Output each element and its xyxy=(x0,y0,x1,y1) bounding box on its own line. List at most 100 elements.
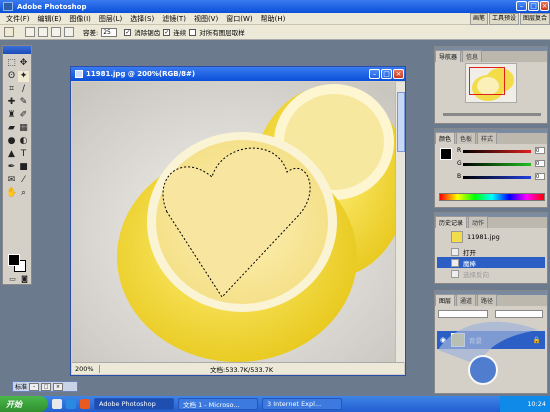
menu-layer[interactable]: 图层(L) xyxy=(95,14,126,24)
minimized-restore-button[interactable]: – xyxy=(29,382,40,391)
crop-tool-icon[interactable]: ⌗ xyxy=(6,84,17,95)
palette-well-tool-presets[interactable]: 工具预设 xyxy=(488,13,519,25)
color-fg-swatch[interactable] xyxy=(440,148,452,160)
quicklaunch-media-icon[interactable] xyxy=(80,399,90,409)
color-spectrum-bar[interactable] xyxy=(439,193,545,201)
channel-b-slider[interactable] xyxy=(463,176,531,179)
minimize-button[interactable]: – xyxy=(516,1,527,11)
task-label: 文档 1 - Microso... xyxy=(183,401,240,409)
layer-background[interactable]: ◉ 背景 🔒 xyxy=(437,331,545,349)
menu-window[interactable]: 窗口(W) xyxy=(222,14,256,24)
antialias-checkbox[interactable]: ✓ xyxy=(124,28,132,36)
history-item-open[interactable]: 打开 xyxy=(437,246,545,257)
menu-select[interactable]: 选择(S) xyxy=(126,14,158,24)
new-selection-icon[interactable] xyxy=(25,27,35,37)
intersect-selection-icon[interactable] xyxy=(64,27,74,37)
palette-well-layer-comps[interactable]: 图层复合 xyxy=(519,13,550,25)
menu-view[interactable]: 视图(V) xyxy=(190,14,222,24)
history-item-inverse[interactable]: 选择反向 xyxy=(437,268,545,279)
blur-tool-icon[interactable]: ● xyxy=(6,136,17,147)
all-layers-checkbox[interactable] xyxy=(189,28,197,36)
clock[interactable]: 10:24 xyxy=(527,400,546,408)
menu-edit[interactable]: 编辑(E) xyxy=(34,14,66,24)
tab-color[interactable]: 颜色 xyxy=(435,132,456,144)
opacity-input[interactable] xyxy=(495,310,543,318)
history-item-magic-wand[interactable]: 魔棒 xyxy=(437,257,545,268)
tab-actions[interactable]: 动作 xyxy=(468,216,489,228)
tab-layers[interactable]: 图层 xyxy=(435,294,456,306)
notes-tool-icon[interactable]: ✉ xyxy=(6,175,17,186)
move-tool-icon[interactable]: ✥ xyxy=(18,58,29,69)
channel-r-value[interactable]: 0 xyxy=(535,147,545,154)
start-button[interactable]: 开始 xyxy=(0,396,48,412)
quicklaunch-ie-icon[interactable] xyxy=(66,399,76,409)
tab-channels[interactable]: 通道 xyxy=(456,294,477,306)
navigator-zoom-slider[interactable] xyxy=(443,113,541,116)
close-button[interactable]: × xyxy=(540,1,549,11)
task-ie[interactable]: 3 Internet Expl... xyxy=(262,398,342,410)
magic-wand-preset-icon[interactable] xyxy=(4,27,14,37)
gradient-tool-icon[interactable]: ▦ xyxy=(18,123,29,134)
quicklaunch-desktop-icon[interactable] xyxy=(52,399,62,409)
marquee-tool-icon[interactable]: ⬚ xyxy=(6,58,17,69)
add-to-selection-icon[interactable] xyxy=(38,27,48,37)
dodge-tool-icon[interactable]: ◐ xyxy=(18,136,29,147)
history-snapshot[interactable]: 11981.jpg xyxy=(437,230,545,244)
minimized-window[interactable]: 标准 – □ × xyxy=(12,381,78,392)
doc-minimize-button[interactable]: – xyxy=(369,69,380,79)
doc-close-button[interactable]: × xyxy=(393,69,404,79)
menu-filter[interactable]: 滤镜(T) xyxy=(158,14,190,24)
tab-navigator[interactable]: 导航器 xyxy=(435,50,462,62)
tab-paths[interactable]: 路径 xyxy=(477,294,498,306)
tab-styles[interactable]: 样式 xyxy=(477,132,498,144)
contiguous-checkbox[interactable]: ✓ xyxy=(163,28,171,36)
tab-history[interactable]: 历史记录 xyxy=(435,216,468,228)
history-brush-icon[interactable]: ✐ xyxy=(18,110,29,121)
vertical-scrollbar[interactable] xyxy=(395,82,405,362)
magic-wand-tool-icon[interactable]: ✦ xyxy=(18,71,29,82)
path-selection-icon[interactable]: ▲ xyxy=(6,149,17,160)
subtract-selection-icon[interactable] xyxy=(51,27,61,37)
doc-maximize-button[interactable]: □ xyxy=(381,69,392,79)
channel-g-value[interactable]: 0 xyxy=(535,160,545,167)
slice-tool-icon[interactable]: ∕ xyxy=(18,84,29,95)
history-item-label: 魔棒 xyxy=(463,259,476,268)
quick-mask-icon[interactable]: ◙ xyxy=(19,274,30,285)
blend-mode-select[interactable] xyxy=(438,310,488,318)
eyedropper-tool-icon[interactable]: ⁄ xyxy=(18,175,29,186)
palette-well-brushes[interactable]: 画笔 xyxy=(469,13,488,25)
document-info[interactable]: 文档:533.7K/533.7K xyxy=(210,364,273,374)
layer-visibility-eye-icon[interactable]: ◉ xyxy=(439,336,447,344)
minimized-max-button[interactable]: □ xyxy=(41,382,52,391)
type-tool-icon[interactable]: T xyxy=(18,149,29,160)
minimized-close-button[interactable]: × xyxy=(53,382,64,391)
navigator-view-box[interactable] xyxy=(469,67,505,95)
vertical-scroll-thumb[interactable] xyxy=(397,92,405,152)
lasso-tool-icon[interactable]: ʘ xyxy=(6,71,17,82)
image-canvas[interactable] xyxy=(72,82,396,362)
task-photoshop[interactable]: Adobe Photoshop xyxy=(94,398,174,410)
task-word[interactable]: 文档 1 - Microso... xyxy=(178,398,258,410)
foreground-color-swatch[interactable] xyxy=(8,254,20,266)
shape-tool-icon[interactable]: ■ xyxy=(18,162,29,173)
menu-file[interactable]: 文件(F) xyxy=(2,14,34,24)
clone-stamp-icon[interactable]: ♜ xyxy=(6,110,17,121)
maximize-button[interactable]: □ xyxy=(528,1,539,11)
menu-image[interactable]: 图像(I) xyxy=(65,14,95,24)
tab-swatches[interactable]: 色板 xyxy=(456,132,477,144)
standard-mode-icon[interactable]: ▭ xyxy=(7,274,18,285)
document-status-bar: 200% 文档:533.7K/533.7K xyxy=(72,362,404,374)
healing-brush-icon[interactable]: ✚ xyxy=(6,97,17,108)
menu-help[interactable]: 帮助(H) xyxy=(257,14,290,24)
tolerance-input[interactable]: 25 xyxy=(101,27,118,37)
zoom-level[interactable]: 200% xyxy=(72,364,100,373)
zoom-tool-icon[interactable]: ⌕ xyxy=(18,188,29,199)
brush-tool-icon[interactable]: ✎ xyxy=(18,97,29,108)
channel-r-slider[interactable] xyxy=(463,150,531,153)
channel-b-value[interactable]: 0 xyxy=(535,173,545,180)
pen-tool-icon[interactable]: ✒ xyxy=(6,162,17,173)
tab-info[interactable]: 信息 xyxy=(462,50,483,62)
channel-g-slider[interactable] xyxy=(463,163,531,166)
eraser-tool-icon[interactable]: ▰ xyxy=(6,123,17,134)
hand-tool-icon[interactable]: ✋ xyxy=(6,188,17,199)
